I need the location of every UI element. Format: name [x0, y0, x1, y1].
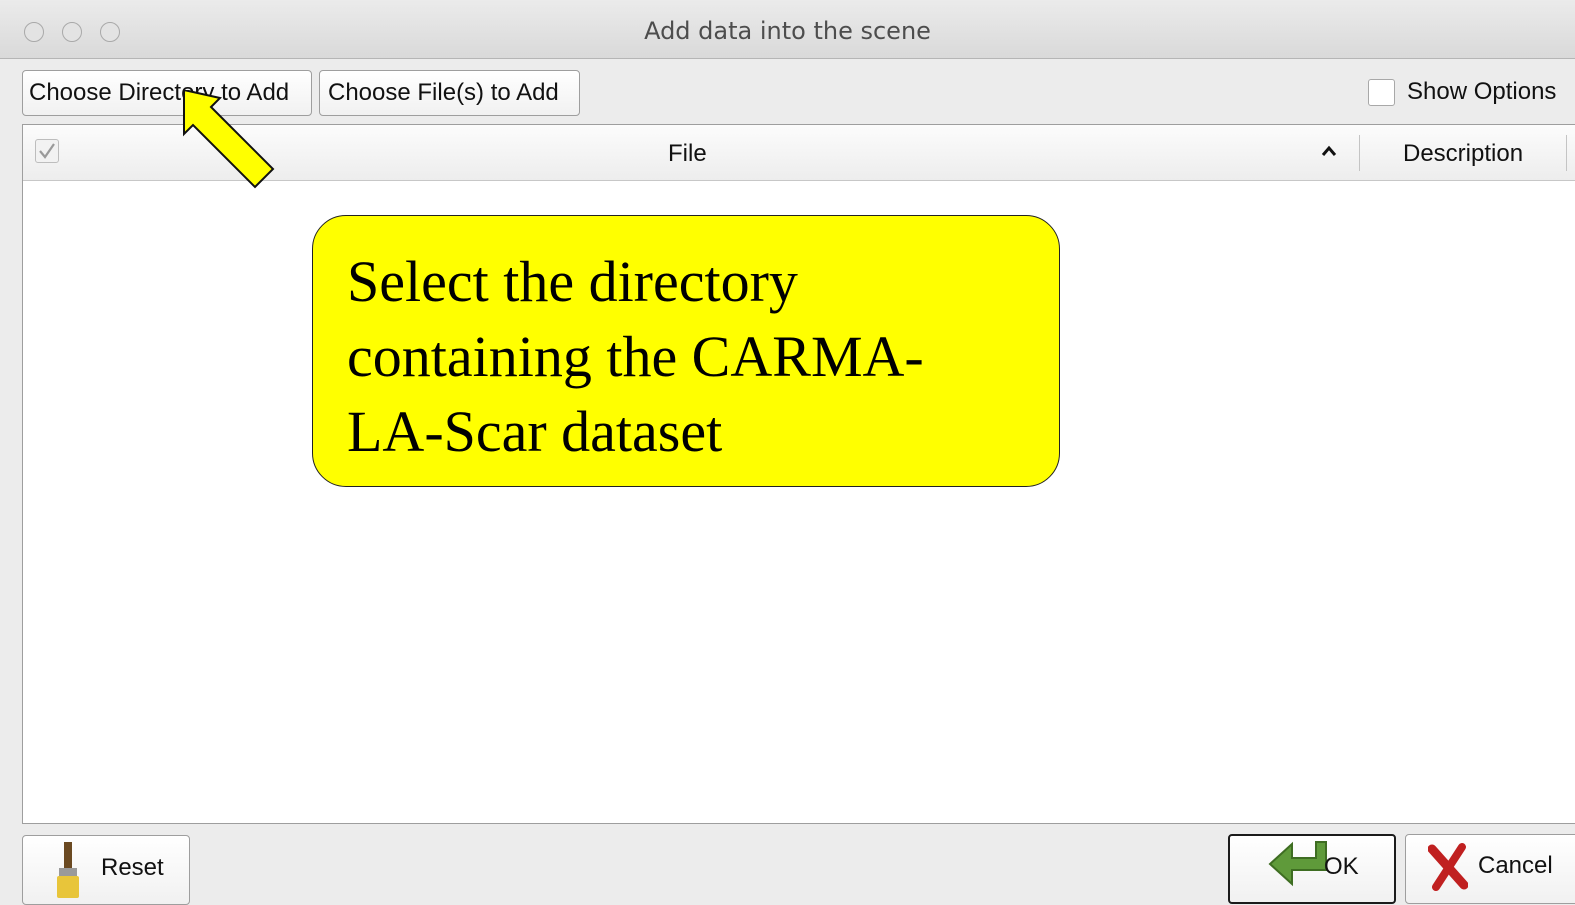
window-title: Add data into the scene — [644, 17, 931, 45]
column-divider — [1359, 135, 1360, 171]
choose-files-label: Choose File(s) to Add — [328, 79, 559, 106]
reset-label: Reset — [101, 854, 164, 881]
ok-button[interactable]: OK — [1228, 834, 1396, 904]
show-options-checkbox[interactable] — [1368, 79, 1395, 106]
column-header-description[interactable]: Description — [1403, 140, 1523, 168]
paintbrush-icon — [57, 842, 79, 898]
title-bar: Add data into the scene — [0, 0, 1575, 59]
cancel-button[interactable]: Cancel — [1405, 834, 1575, 904]
green-arrow-icon — [1268, 841, 1327, 887]
show-options-label[interactable]: Show Options — [1407, 78, 1556, 106]
annotation-line: containing the CARMA- — [347, 324, 924, 389]
column-header-file[interactable]: File — [668, 140, 707, 168]
ok-label: OK — [1324, 853, 1359, 880]
annotation-arrow-icon — [183, 90, 275, 189]
choose-files-button[interactable]: Choose File(s) to Add — [319, 70, 580, 116]
annotation-callout: Select the directory containing the CARM… — [312, 215, 1060, 487]
column-divider — [1566, 135, 1567, 171]
cancel-label: Cancel — [1478, 852, 1553, 879]
checkmark-icon — [39, 143, 55, 159]
annotation-line: LA-Scar dataset — [347, 399, 723, 464]
reset-button[interactable]: Reset — [22, 835, 190, 905]
select-all-checkbox[interactable] — [35, 139, 59, 163]
red-x-icon — [1428, 843, 1468, 891]
sort-ascending-icon[interactable] — [1321, 145, 1337, 157]
annotation-line: Select the directory — [347, 249, 798, 314]
